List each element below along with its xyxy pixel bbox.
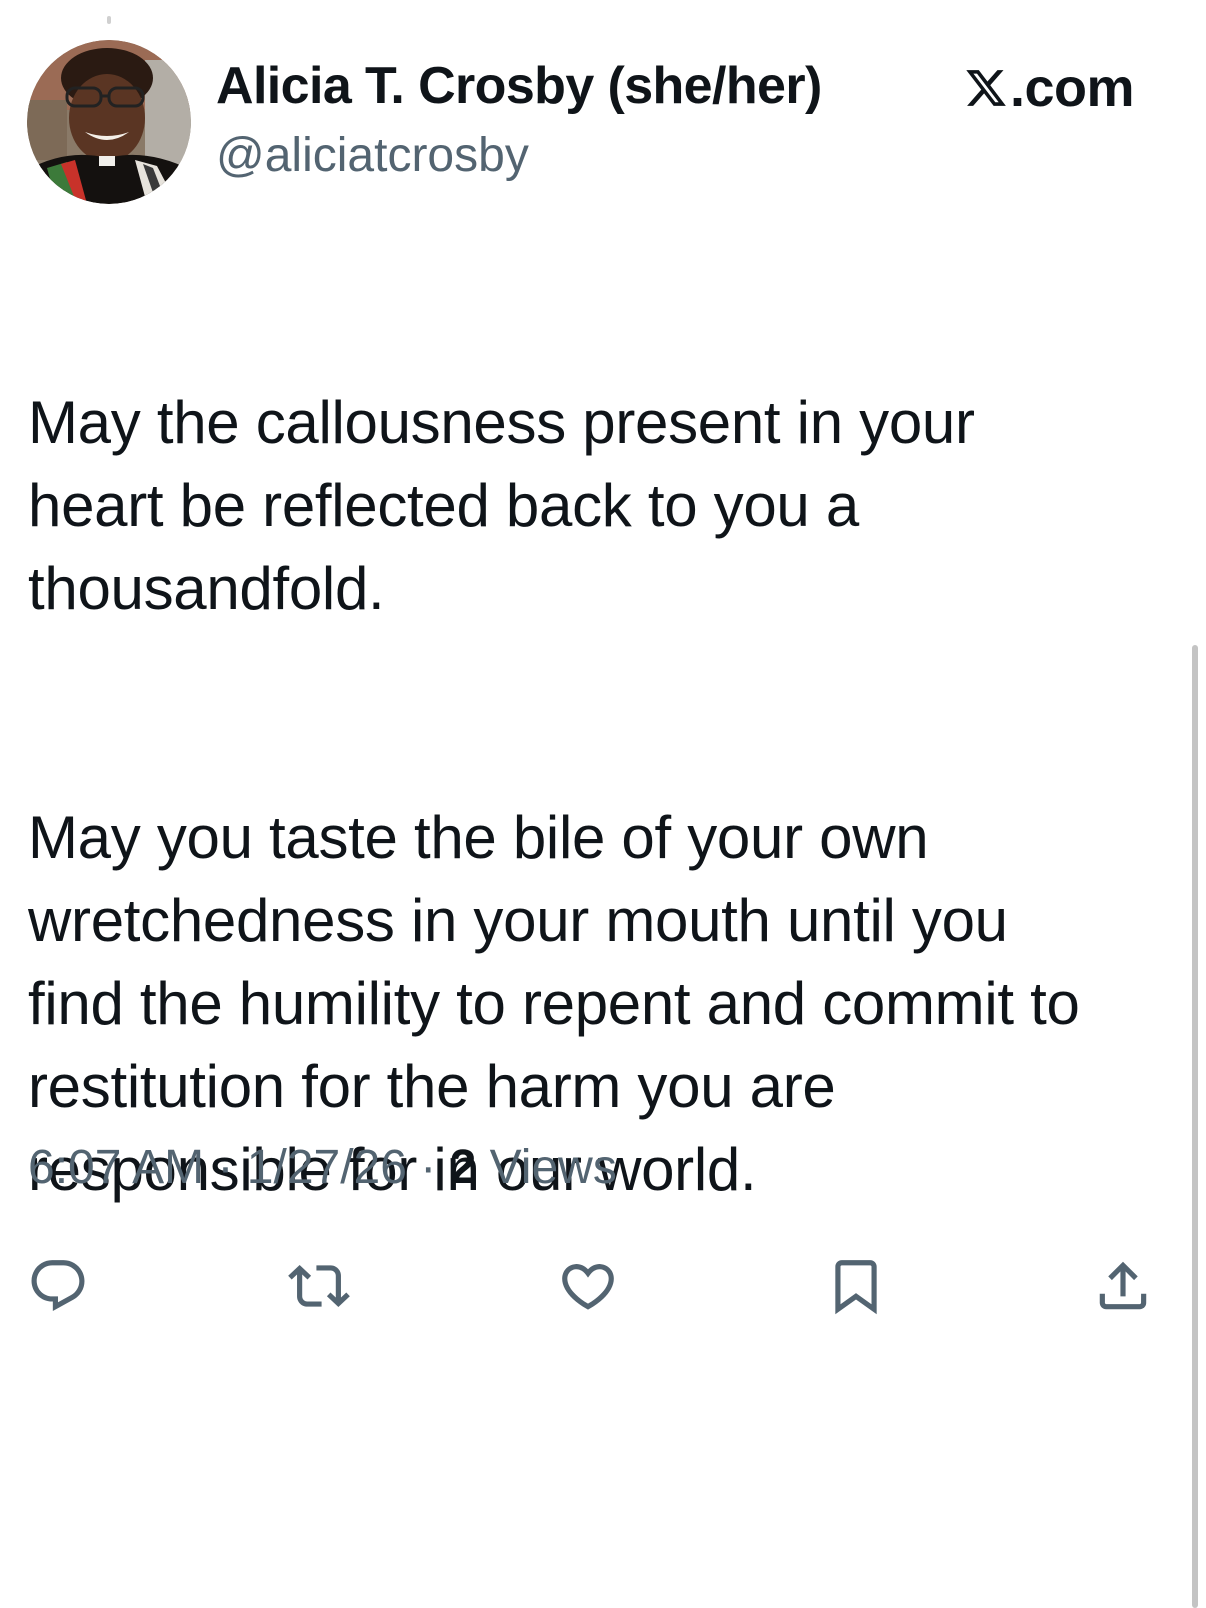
tweet-paragraph: May the callousness present in your hear…: [28, 389, 975, 622]
share-icon: [1099, 1261, 1147, 1310]
scrollbar[interactable]: [1192, 645, 1198, 1608]
meta-separator: ·: [420, 1141, 437, 1194]
brand-watermark: .com: [964, 58, 1135, 118]
tweet-time[interactable]: 6:07 AM: [28, 1141, 204, 1194]
avatar-image: [27, 40, 191, 204]
tweet-date[interactable]: 1/27/26: [247, 1141, 407, 1194]
views-count[interactable]: 2: [450, 1141, 477, 1194]
x-logo-icon: [966, 70, 1006, 106]
avatar[interactable]: [27, 40, 191, 204]
brand-domain: .com: [1010, 58, 1135, 118]
share-button[interactable]: [1090, 1253, 1156, 1319]
repost-button[interactable]: [286, 1253, 352, 1319]
reply-button[interactable]: [25, 1253, 91, 1319]
tweet-meta: 6:07 AM · 1/27/26 · 2 Views: [28, 1140, 617, 1196]
bookmark-button[interactable]: [823, 1253, 889, 1319]
action-bar: [0, 1253, 1206, 1323]
author-handle[interactable]: @aliciatcrosby: [216, 128, 529, 184]
bookmark-icon: [835, 1260, 877, 1315]
like-button[interactable]: [555, 1253, 621, 1319]
views-label[interactable]: Views: [490, 1141, 617, 1194]
heart-icon: [562, 1264, 614, 1310]
repost-icon: [288, 1265, 350, 1307]
status-dot: [107, 16, 111, 24]
author-display-name[interactable]: Alicia T. Crosby (she/her): [216, 56, 822, 116]
reply-icon: [31, 1260, 85, 1312]
meta-separator: ·: [217, 1141, 234, 1194]
